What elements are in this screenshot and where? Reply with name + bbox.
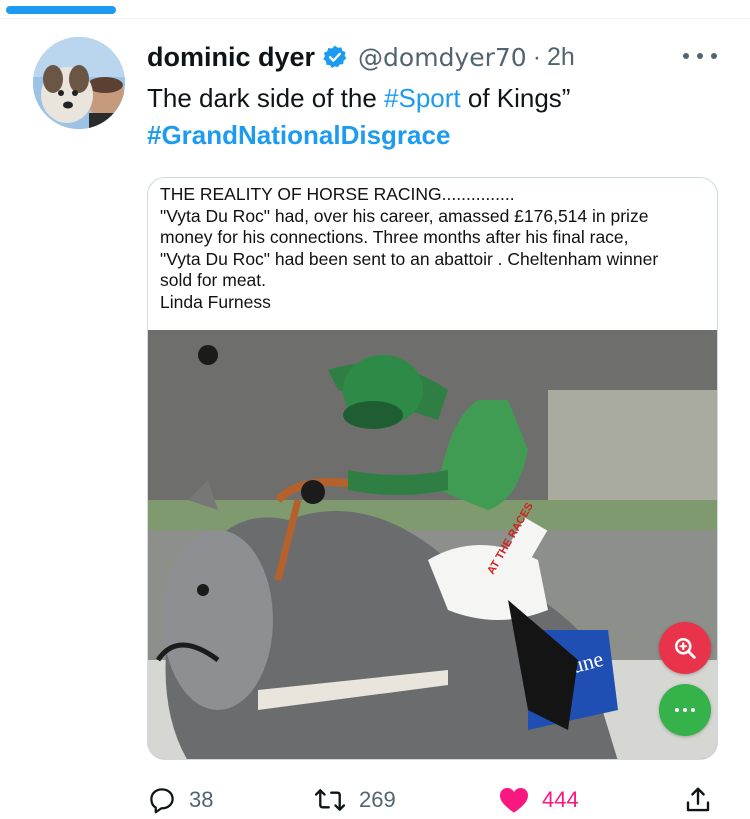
reply-button[interactable]: 38 (147, 780, 213, 819)
share-button[interactable] (683, 780, 713, 819)
caption-line: "Vyta Du Roc" had been sent to an abatto… (160, 248, 659, 269)
zoom-lens-icon (674, 637, 696, 659)
image-caption-text: THE REALITY OF HORSE RACING.............… (160, 184, 710, 314)
tweet-text: The dark side of the #Sport of Kings” #G… (147, 80, 727, 154)
retweet-button[interactable]: 269 (313, 780, 396, 819)
tweet-text-suffix: of Kings” (460, 83, 571, 113)
caption-line: "Vyta Du Roc" had, over his career, amas… (160, 205, 649, 226)
ellipsis-icon (675, 708, 679, 712)
hashtag-sport-link[interactable]: #Sport (384, 83, 461, 113)
caption-line: money for his connections. Three months … (160, 227, 629, 248)
retweet-count: 269 (359, 787, 396, 812)
avatar[interactable] (33, 37, 125, 129)
more-options-icon[interactable] (683, 49, 717, 63)
tweet-header: dominic dyer @domdyer70 · 2h (147, 40, 575, 74)
reply-count: 38 (189, 787, 214, 812)
race-photo[interactable]: tune AT THE RACES (148, 330, 717, 759)
heart-icon (500, 788, 528, 813)
zoom-lens-button[interactable] (659, 622, 711, 674)
like-count: 444 (542, 787, 579, 812)
divider (0, 18, 750, 19)
user-handle[interactable]: @domdyer70 (358, 43, 527, 72)
more-media-options-button[interactable] (659, 684, 711, 736)
avatar-image (33, 37, 125, 129)
loading-progress-bar (6, 6, 116, 14)
share-icon (686, 787, 710, 812)
display-name[interactable]: dominic dyer (147, 42, 315, 73)
hashtag-grandnationaldisgrace-link[interactable]: #GrandNationalDisgrace (147, 117, 727, 154)
caption-line: Linda Furness (160, 291, 271, 312)
reply-icon (150, 788, 174, 814)
tweet-actions-bar: 38 269 444 (0, 780, 750, 819)
verified-badge-icon (322, 44, 348, 70)
media-card[interactable]: THE REALITY OF HORSE RACING.............… (147, 177, 718, 760)
caption-line: sold for meat. (160, 270, 267, 291)
timestamp[interactable]: 2h (547, 43, 575, 72)
tweet-text-prefix: The dark side of the (147, 83, 385, 113)
separator-dot: · (532, 42, 542, 71)
retweet-icon (314, 789, 346, 811)
like-button[interactable]: 444 (498, 780, 579, 819)
caption-line: THE REALITY OF HORSE RACING.............… (160, 184, 515, 204)
